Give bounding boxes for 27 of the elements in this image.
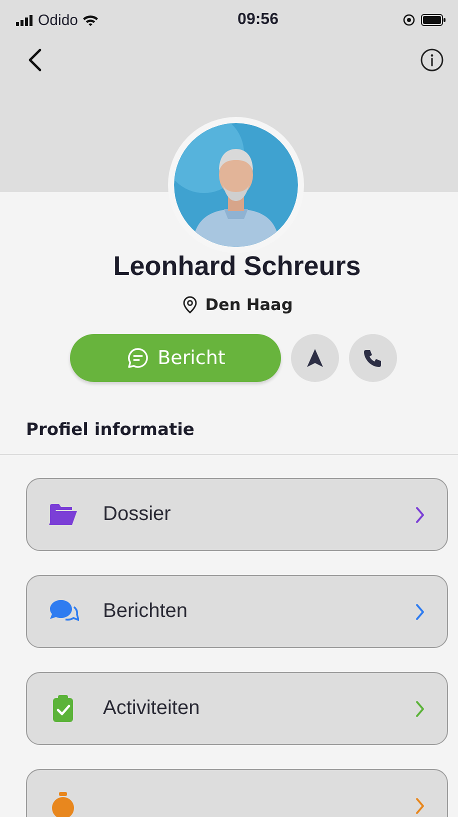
profile-name: Leonhard Schreurs xyxy=(112,251,362,282)
location-pin-icon xyxy=(181,296,200,314)
back-icon[interactable] xyxy=(28,48,42,72)
wifi-icon xyxy=(82,14,100,26)
chevron-right-icon xyxy=(415,602,425,620)
list-card[interactable]: Dossier xyxy=(26,478,448,551)
chevron-right-icon xyxy=(415,506,425,524)
chevron-right-icon xyxy=(415,796,425,814)
signal-icon xyxy=(16,14,34,26)
chevron-right-icon xyxy=(415,700,425,718)
battery-icon xyxy=(420,14,446,26)
clock-time: 09:56 xyxy=(238,11,278,29)
card-label: Berichten xyxy=(103,600,188,623)
phone-icon xyxy=(363,348,383,368)
chat-bubble-icon xyxy=(126,346,150,370)
section-title: Profiel informatie xyxy=(0,382,458,455)
list-card[interactable]: Activiteiten xyxy=(26,672,448,745)
call-button[interactable] xyxy=(349,334,397,382)
orientation-lock-icon xyxy=(402,14,415,26)
navigate-button[interactable] xyxy=(291,334,339,382)
card-label: Dossier xyxy=(103,503,171,526)
info-icon[interactable] xyxy=(420,48,444,72)
card-label: Activiteiten xyxy=(103,697,200,720)
navigation-arrow-icon xyxy=(306,348,324,368)
location-text: Den Haag xyxy=(205,295,293,314)
carrier-name: Odido xyxy=(38,12,78,28)
list-card[interactable]: Berichten xyxy=(26,575,448,648)
